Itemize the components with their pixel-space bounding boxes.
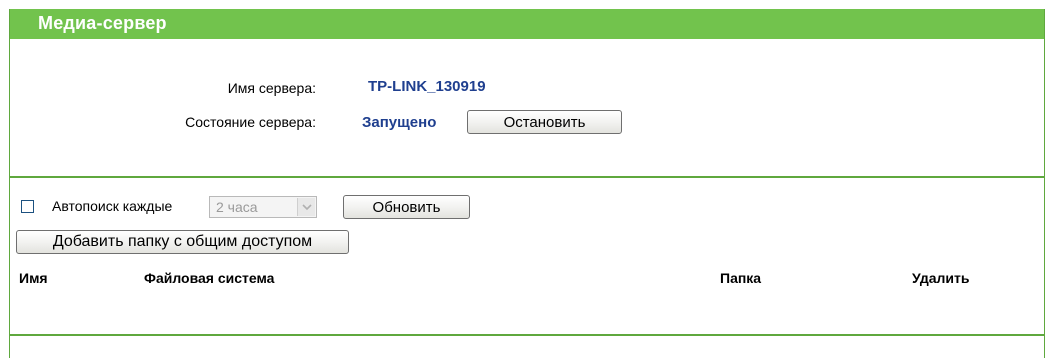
column-delete: Удалить xyxy=(912,270,970,286)
scan-interval-select[interactable]: 2 часа xyxy=(209,196,317,218)
frame-left-border xyxy=(9,39,10,358)
scan-interval-value: 2 часа xyxy=(216,199,258,215)
frame-right-border xyxy=(1044,39,1045,358)
refresh-button[interactable]: Обновить xyxy=(343,195,470,219)
auto-scan-checkbox[interactable] xyxy=(21,200,34,213)
divider-top xyxy=(9,176,1045,178)
server-name-value: TP-LINK_130919 xyxy=(368,78,486,95)
server-name-label: Имя сервера: xyxy=(227,80,316,96)
auto-scan-label: Автопоиск каждые xyxy=(52,198,173,214)
stop-server-button[interactable]: Остановить xyxy=(467,110,622,134)
server-status-label: Состояние сервера: xyxy=(185,114,316,130)
chevron-down-icon xyxy=(297,198,315,216)
media-server-page: Медиа-сервер Имя сервера: TP-LINK_130919… xyxy=(0,0,1059,358)
column-name: Имя xyxy=(19,270,48,286)
server-status-value: Запущено xyxy=(362,114,437,131)
section-header: Медиа-сервер xyxy=(9,9,1045,39)
page-title: Медиа-сервер xyxy=(38,13,167,33)
add-shared-folder-button[interactable]: Добавить папку с общим доступом xyxy=(16,230,349,254)
divider-bottom xyxy=(9,334,1045,336)
column-folder: Папка xyxy=(720,270,762,286)
column-filesystem: Файловая система xyxy=(144,270,275,286)
